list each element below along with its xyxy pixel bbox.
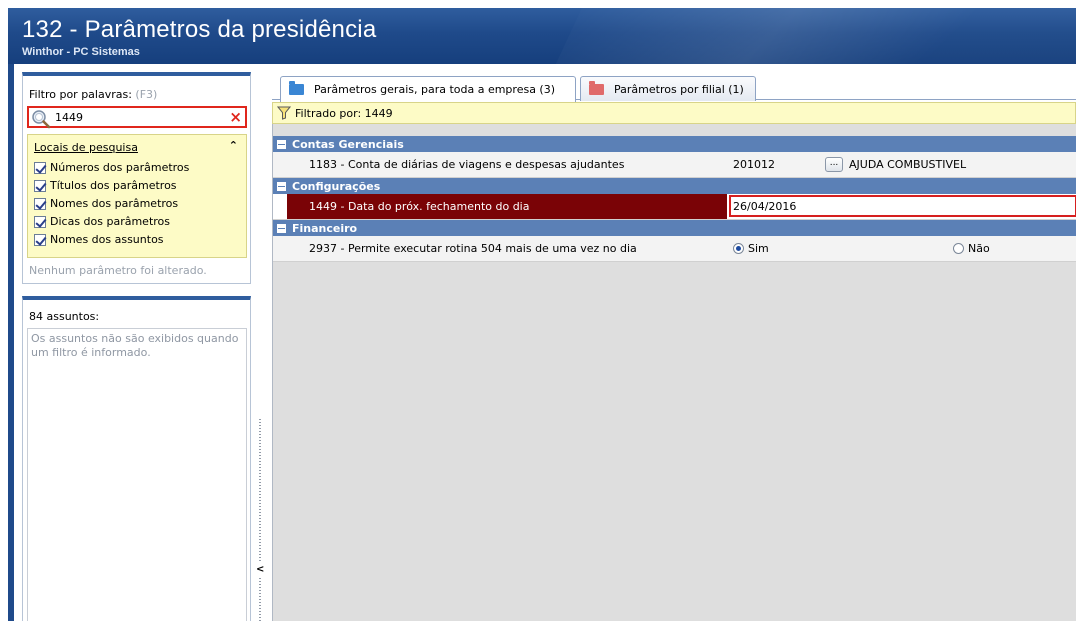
option-param-titles[interactable]: Títulos dos parâmetros bbox=[34, 177, 177, 194]
search-icon bbox=[32, 110, 51, 129]
option-label: Nomes dos assuntos bbox=[50, 233, 164, 246]
table-row[interactable]: 2937 - Permite executar rotina 504 mais … bbox=[273, 236, 1076, 262]
change-status-text: Nenhum parâmetro foi alterado. bbox=[29, 264, 207, 277]
group-header-contas-gerenciais[interactable]: Contas Gerenciais bbox=[273, 136, 1076, 152]
active-filter-text: Filtrado por: 1449 bbox=[295, 106, 393, 120]
option-label: Títulos dos parâmetros bbox=[50, 179, 177, 192]
table-row-selected[interactable]: 1449 - Data do próx. fechamento do dia bbox=[273, 194, 1076, 220]
parameter-value[interactable]: 201012 bbox=[733, 158, 775, 171]
collapse-left-icon[interactable]: < bbox=[256, 563, 264, 577]
tab-label: Parâmetros gerais, para toda a empresa (… bbox=[314, 83, 556, 96]
selected-parameter-cell[interactable]: 1449 - Data do próx. fechamento do dia bbox=[287, 194, 727, 219]
tab-strip: Parâmetros gerais, para toda a empresa (… bbox=[272, 72, 1076, 102]
group-name: Contas Gerenciais bbox=[292, 137, 404, 151]
checkbox-checked-icon[interactable] bbox=[34, 161, 46, 174]
group-header-configuracoes[interactable]: Configurações bbox=[273, 178, 1076, 194]
option-label: Números dos parâmetros bbox=[50, 161, 190, 174]
collapse-group-icon[interactable] bbox=[277, 181, 286, 191]
parameter-name: 1449 - Data do próx. fechamento do dia bbox=[309, 200, 530, 213]
collapse-icon[interactable]: ⌃ bbox=[229, 139, 238, 152]
radio-selected-icon[interactable] bbox=[733, 243, 744, 254]
tab-general-params[interactable]: Parâmetros gerais, para toda a empresa (… bbox=[280, 76, 576, 102]
window-title: 132 - Parâmetros da presidência bbox=[22, 16, 377, 43]
radio-yes[interactable]: Sim bbox=[733, 242, 769, 255]
filter-shortcut-hint: (F3) bbox=[135, 88, 158, 101]
collapse-group-icon[interactable] bbox=[277, 139, 286, 149]
option-label: Nomes dos parâmetros bbox=[50, 197, 179, 210]
title-bar-glare bbox=[535, 8, 1076, 64]
radio-no[interactable]: Não bbox=[953, 242, 990, 255]
filter-label-text: Filtro por palavras: bbox=[29, 88, 132, 101]
folder-red-icon bbox=[589, 80, 604, 95]
tab-branch-params[interactable]: Parâmetros por filial (1) bbox=[580, 76, 756, 101]
option-label: Dicas dos parâmetros bbox=[50, 215, 171, 228]
date-input[interactable] bbox=[729, 195, 1076, 217]
checkbox-checked-icon[interactable] bbox=[34, 233, 46, 246]
search-input[interactable] bbox=[55, 110, 215, 124]
funnel-icon bbox=[277, 106, 291, 120]
clear-search-icon[interactable]: × bbox=[229, 108, 242, 126]
parameters-grid: Contas Gerenciais 1183 - Conta de diária… bbox=[272, 124, 1076, 621]
group-header-financeiro[interactable]: Financeiro bbox=[273, 220, 1076, 236]
checkbox-checked-icon[interactable] bbox=[34, 179, 46, 192]
filter-panel: Filtro por palavras: (F3) × Locais de pe… bbox=[22, 72, 251, 284]
subjects-list[interactable]: Os assuntos não são exibidos quando um f… bbox=[27, 328, 247, 621]
collapse-group-icon[interactable] bbox=[277, 223, 286, 233]
radio-unselected-icon[interactable] bbox=[953, 243, 964, 254]
radio-label: Não bbox=[968, 242, 990, 255]
active-filter-bar: Filtrado por: 1449 bbox=[272, 102, 1076, 124]
subjects-empty-message: Os assuntos não são exibidos quando um f… bbox=[31, 332, 239, 359]
tab-label: Parâmetros por filial (1) bbox=[614, 82, 744, 96]
panel-splitter[interactable]: < bbox=[256, 418, 264, 621]
search-box[interactable]: × bbox=[27, 106, 247, 129]
window-subtitle: Winthor - PC Sistemas bbox=[22, 46, 140, 58]
search-locations-title: Locais de pesquisa bbox=[34, 141, 138, 154]
subjects-count: 84 assuntos: bbox=[29, 310, 100, 323]
splitter-grip[interactable] bbox=[258, 418, 262, 621]
checkbox-checked-icon[interactable] bbox=[34, 215, 46, 228]
search-locations-box: Locais de pesquisa ⌃ Números dos parâmet… bbox=[27, 134, 247, 258]
option-param-hints[interactable]: Dicas dos parâmetros bbox=[34, 213, 170, 230]
parameter-name: 2937 - Permite executar rotina 504 mais … bbox=[309, 242, 637, 255]
checkbox-checked-icon[interactable] bbox=[34, 197, 46, 210]
lookup-button[interactable]: ... bbox=[825, 157, 843, 172]
option-param-names[interactable]: Nomes dos parâmetros bbox=[34, 195, 178, 212]
subjects-panel: 84 assuntos: Os assuntos não são exibido… bbox=[22, 296, 251, 621]
group-name: Configurações bbox=[292, 179, 381, 193]
group-name: Financeiro bbox=[292, 221, 358, 235]
option-subject-names[interactable]: Nomes dos assuntos bbox=[34, 231, 164, 248]
filter-label: Filtro por palavras: (F3) bbox=[29, 88, 157, 101]
table-row[interactable]: 1183 - Conta de diárias de viagens e des… bbox=[273, 152, 1076, 178]
radio-label: Sim bbox=[748, 242, 769, 255]
parameter-description: AJUDA COMBUSTIVEL bbox=[849, 158, 967, 171]
option-param-numbers[interactable]: Números dos parâmetros bbox=[34, 159, 189, 176]
parameter-name: 1183 - Conta de diárias de viagens e des… bbox=[309, 158, 625, 171]
title-bar: 132 - Parâmetros da presidência Winthor … bbox=[8, 8, 1076, 64]
folder-blue-icon bbox=[289, 81, 304, 95]
